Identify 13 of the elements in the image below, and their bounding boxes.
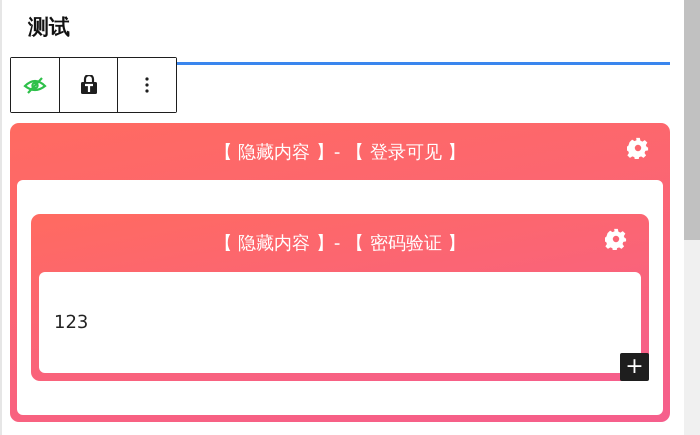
settings-icon[interactable] (627, 137, 649, 159)
lock-icon (80, 75, 98, 95)
page-title: 测试 (26, 14, 71, 41)
content-text: 123 (54, 312, 88, 333)
scrollbar-thumb[interactable] (684, 0, 700, 240)
settings-icon[interactable] (605, 228, 627, 250)
add-block-button[interactable]: + (620, 353, 649, 381)
eye-slash-icon (23, 76, 47, 94)
visibility-button[interactable] (11, 58, 60, 112)
block-title: 【 隐藏内容 】- 【 登录可见 】 (214, 140, 466, 164)
block-title: 【 隐藏内容 】- 【 密码验证 】 (214, 232, 466, 255)
scrollbar[interactable] (684, 0, 700, 435)
vertical-dots-icon (144, 76, 150, 94)
